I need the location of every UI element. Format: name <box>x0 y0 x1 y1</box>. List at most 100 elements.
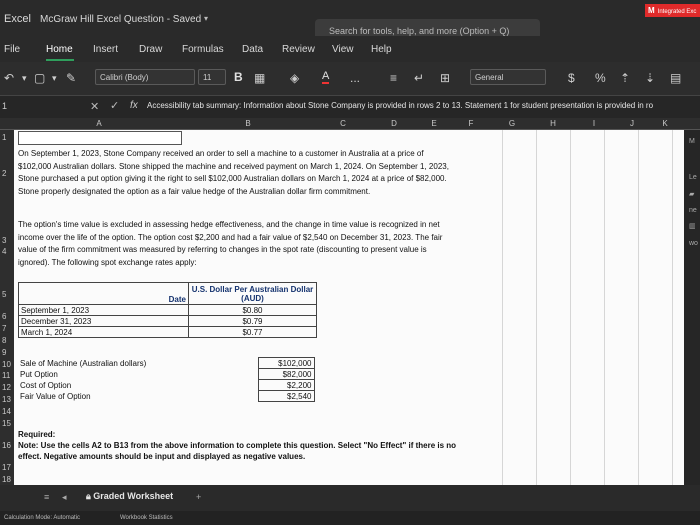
row-header[interactable]: 17 <box>2 463 11 472</box>
percent-icon[interactable]: % <box>595 71 606 85</box>
cancel-icon[interactable]: ✕ <box>90 100 99 113</box>
decrease-decimal-icon[interactable]: ⇣ <box>645 71 655 85</box>
more-options-button[interactable]: ... <box>350 71 360 85</box>
required-section[interactable]: Required: Note: Use the cells A2 to B13 … <box>18 429 458 462</box>
column-header-j[interactable]: J <box>618 119 646 128</box>
chevron-down-icon[interactable]: ▾ <box>204 14 208 23</box>
row-header[interactable]: 8 <box>2 336 6 345</box>
fill-color-icon[interactable]: ◈ <box>290 71 299 85</box>
clipboard-icon[interactable]: ▢ <box>34 71 45 85</box>
add-sheet-button[interactable]: + <box>196 492 201 502</box>
column-header-g[interactable]: G <box>488 119 536 128</box>
tab-help[interactable]: Help <box>371 44 392 55</box>
font-color-button[interactable]: A <box>322 70 330 84</box>
row-header[interactable]: 12 <box>2 383 11 392</box>
sheet-menu-icon[interactable]: ≡ <box>44 492 49 502</box>
conditional-format-icon[interactable]: ▤ <box>670 71 681 85</box>
function-icon[interactable]: fx <box>130 100 138 111</box>
undo-icon[interactable]: ↶ <box>4 71 14 85</box>
font-name-select[interactable]: Calibri (Body) <box>95 69 195 85</box>
row-header[interactable]: 4 <box>2 247 6 256</box>
document-title[interactable]: McGraw Hill Excel Question - Saved <box>40 14 201 25</box>
selected-cell-a1[interactable] <box>18 131 182 145</box>
tab-home[interactable]: Home <box>46 44 73 55</box>
name-box-value: 1 <box>2 101 8 111</box>
undo-dropdown-icon[interactable]: ▾ <box>22 73 27 84</box>
row-header[interactable]: 2 <box>2 169 6 178</box>
column-header-c[interactable]: C <box>312 119 374 128</box>
column-header-d[interactable]: D <box>374 119 414 128</box>
item-value[interactable]: $2,200 <box>257 379 315 391</box>
font-name-value: Calibri (Body) <box>100 73 149 82</box>
clipboard-dropdown-icon[interactable]: ▾ <box>52 73 57 84</box>
rates-header-date[interactable]: Date <box>18 282 189 305</box>
row-header[interactable]: 18 <box>2 475 11 484</box>
tab-formulas[interactable]: Formulas <box>182 44 224 55</box>
rate-date[interactable]: December 31, 2023 <box>18 315 189 327</box>
tab-view[interactable]: View <box>332 44 354 55</box>
tab-review[interactable]: Review <box>282 44 315 55</box>
merge-icon[interactable]: ⊞ <box>440 71 450 85</box>
tab-data[interactable]: Data <box>242 44 263 55</box>
problem-paragraph-2[interactable]: The option's time value is excluded in a… <box>18 219 458 269</box>
item-label[interactable]: Put Option <box>18 369 258 380</box>
column-header-i[interactable]: I <box>570 119 618 128</box>
row-header[interactable]: 15 <box>2 419 11 428</box>
tab-file[interactable]: File <box>4 44 20 55</box>
row-header[interactable]: 7 <box>2 324 6 333</box>
formula-input[interactable]: Accessibility tab summary: Information a… <box>147 101 700 110</box>
rate-value[interactable]: $0.80 <box>188 304 317 316</box>
item-label[interactable]: Sale of Machine (Australian dollars) <box>18 358 258 369</box>
row-header[interactable]: 3 <box>2 236 6 245</box>
bold-button[interactable]: B <box>234 70 243 84</box>
row-header[interactable]: 1 <box>2 133 6 142</box>
rate-date[interactable]: March 1, 2024 <box>18 326 189 338</box>
tab-insert[interactable]: Insert <box>93 44 118 55</box>
increase-decimal-icon[interactable]: ⇡ <box>620 71 630 85</box>
sheet-tab-label: Graded Worksheet <box>93 491 174 501</box>
name-box[interactable]: 1 <box>0 97 80 115</box>
wrap-text-icon[interactable]: ↵ <box>414 71 424 85</box>
column-header-f[interactable]: F <box>454 119 488 128</box>
font-size-select[interactable]: 11 <box>198 69 226 85</box>
tab-draw[interactable]: Draw <box>139 44 162 55</box>
item-value[interactable]: $82,000 <box>257 368 315 380</box>
rate-date[interactable]: September 1, 2023 <box>18 304 189 316</box>
worksheet-grid[interactable]: On September 1, 2023, Stone Company rece… <box>14 130 684 485</box>
row-header[interactable]: 13 <box>2 395 11 404</box>
row-header[interactable]: 10 <box>2 360 11 369</box>
column-header-h[interactable]: H <box>536 119 570 128</box>
row-header[interactable]: 14 <box>2 407 11 416</box>
app-name: Excel <box>4 13 31 25</box>
brand-badge: M Integrated Exc <box>645 4 700 17</box>
format-painter-icon[interactable]: ✎ <box>66 71 76 85</box>
confirm-icon[interactable]: ✓ <box>110 99 119 112</box>
row-header[interactable]: 5 <box>2 290 6 299</box>
problem-paragraph-1[interactable]: On September 1, 2023, Stone Company rece… <box>18 148 458 198</box>
column-header-e[interactable]: E <box>414 119 454 128</box>
currency-button[interactable]: $ <box>568 71 575 85</box>
calculation-mode[interactable]: Calculation Mode: Automatic <box>4 515 80 521</box>
number-format-select[interactable]: General <box>470 69 546 85</box>
column-header-a[interactable]: A <box>14 119 184 128</box>
borders-icon[interactable]: ▦ <box>254 71 265 85</box>
rate-value[interactable]: $0.79 <box>188 315 317 327</box>
rates-header-rate[interactable]: U.S. Dollar Per Australian Dollar (AUD) <box>188 282 317 305</box>
table-row: Put Option $82,000 <box>18 368 315 380</box>
column-header-k[interactable]: K <box>646 119 684 128</box>
item-value[interactable]: $102,000 <box>257 357 315 369</box>
sheet-tab-graded-worksheet[interactable]: 🔒︎ Graded Worksheet <box>86 491 173 502</box>
align-icon[interactable]: ≡ <box>390 71 397 85</box>
workbook-statistics[interactable]: Workbook Statistics <box>120 515 173 521</box>
row-header[interactable]: 16 <box>2 441 11 450</box>
row-header[interactable]: 11 <box>2 371 10 380</box>
table-row: Cost of Option $2,200 <box>18 379 315 391</box>
item-label[interactable]: Fair Value of Option <box>18 391 258 402</box>
column-header-b[interactable]: B <box>184 119 312 128</box>
rate-value[interactable]: $0.77 <box>188 326 317 338</box>
row-header[interactable]: 6 <box>2 312 6 321</box>
item-value[interactable]: $2,540 <box>257 390 315 402</box>
row-header[interactable]: 9 <box>2 348 6 357</box>
item-label[interactable]: Cost of Option <box>18 380 258 391</box>
sheet-list-icon[interactable]: ◂ <box>62 492 67 503</box>
